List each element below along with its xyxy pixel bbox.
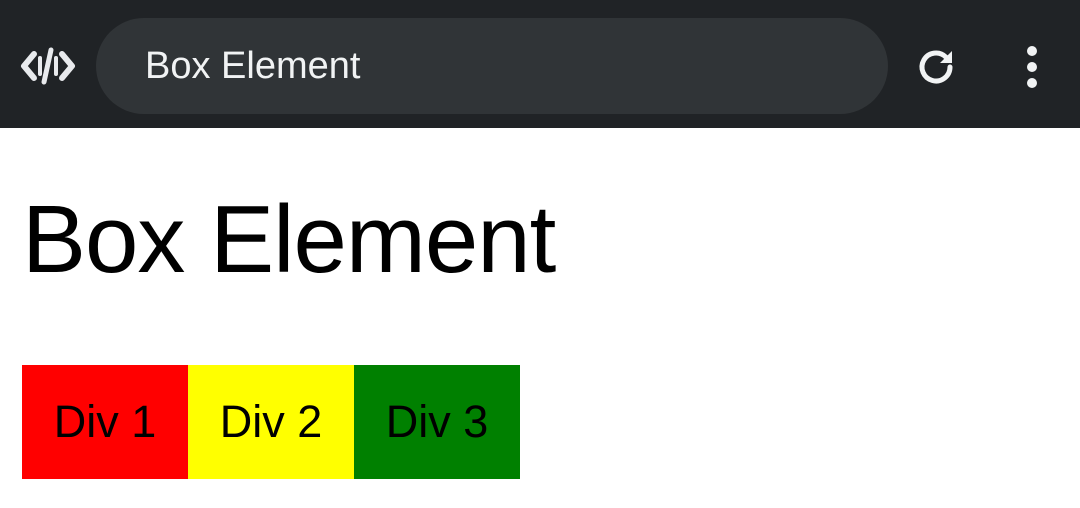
box-div-2: Div 2 xyxy=(188,365,354,479)
browser-toolbar: Box Element xyxy=(0,0,1080,128)
box-div-1: Div 1 xyxy=(22,365,188,479)
code-brackets-icon[interactable] xyxy=(20,44,76,88)
reload-icon[interactable] xyxy=(908,39,964,95)
page-content: Box Element Div 1 Div 2 Div 3 xyxy=(0,128,1080,508)
address-bar-title: Box Element xyxy=(145,45,361,87)
page-heading: Box Element xyxy=(22,186,556,293)
address-bar[interactable]: Box Element xyxy=(96,18,888,114)
more-vertical-icon[interactable] xyxy=(1008,39,1056,95)
box-row: Div 1 Div 2 Div 3 xyxy=(22,365,520,479)
box-div-3: Div 3 xyxy=(354,365,520,479)
